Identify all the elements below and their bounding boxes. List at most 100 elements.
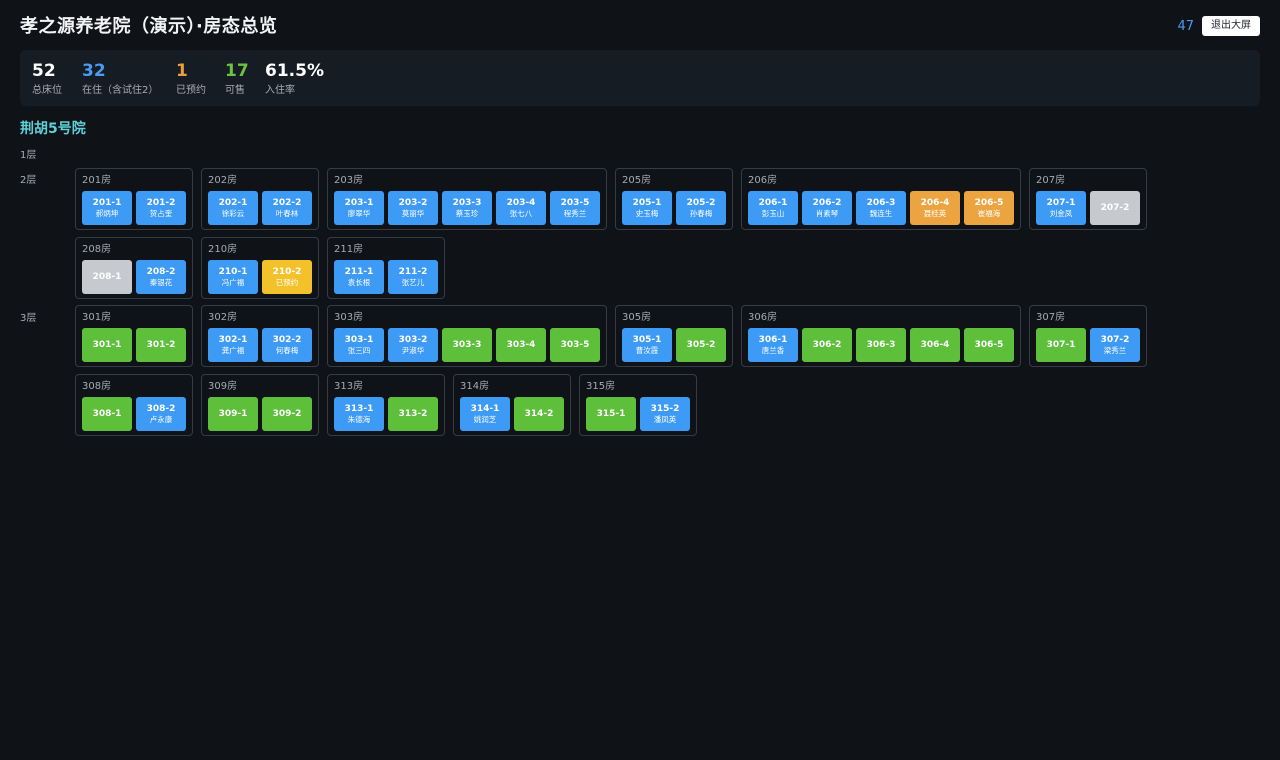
bed-tile[interactable]: 302-2 何春梅 xyxy=(262,328,312,362)
bed-tile[interactable]: 303-1 张三四 xyxy=(334,328,384,362)
bed-tile[interactable]: 211-1 袁长根 xyxy=(334,260,384,294)
room-name: 309房 xyxy=(208,381,238,392)
bed-tile[interactable]: 303-4 xyxy=(496,328,546,362)
bed-tile[interactable]: 306-1 唐兰香 xyxy=(748,328,798,362)
bed-tile[interactable]: 208-2 秦银花 xyxy=(136,260,186,294)
bed-tile[interactable]: 206-2 肖素琴 xyxy=(802,191,852,225)
bed-tile[interactable]: 306-2 xyxy=(802,328,852,362)
bed-tile[interactable]: 315-2 潘凤英 xyxy=(640,397,690,431)
room-card: 302房 302-1 龚广福 302-2 何春梅 xyxy=(201,305,319,367)
bed-list: 211-1 袁长根 211-2 张艺儿 xyxy=(334,260,438,294)
bed-tile[interactable]: 313-1 朱德海 xyxy=(334,397,384,431)
floor-label: 1层 xyxy=(20,150,37,161)
bed-tile[interactable]: 205-2 孙春梅 xyxy=(676,191,726,225)
bed-tile[interactable]: 201-2 贺占奎 xyxy=(136,191,186,225)
bed-tile[interactable]: 307-1 xyxy=(1036,328,1086,362)
bed-tile[interactable]: 206-3 魏连生 xyxy=(856,191,906,225)
resident-name: 彭玉山 xyxy=(761,209,785,218)
bed-tile[interactable]: 301-2 xyxy=(136,328,186,362)
resident-name: 肖素琴 xyxy=(815,209,839,218)
bed-list: 314-1 姚润芝 314-2 xyxy=(460,397,564,431)
resident-name: 叶春林 xyxy=(275,209,299,218)
bed-tile[interactable]: 207-1 刘金凤 xyxy=(1036,191,1086,225)
resident-name: 龚广福 xyxy=(221,346,245,355)
bed-list: 315-1 315-2 潘凤英 xyxy=(586,397,690,431)
bed-tile[interactable]: 203-3 蔡玉珍 xyxy=(442,191,492,225)
resident-name: 朱德海 xyxy=(347,415,371,424)
bed-code: 201-2 xyxy=(146,198,176,208)
bed-tile[interactable]: 203-4 张七八 xyxy=(496,191,546,225)
bed-code: 313-2 xyxy=(398,409,428,419)
bed-tile[interactable]: 306-5 xyxy=(964,328,1014,362)
bed-tile[interactable]: 211-2 张艺儿 xyxy=(388,260,438,294)
resident-name: 廖翠华 xyxy=(347,209,371,218)
resident-name: 曹汝霞 xyxy=(635,346,659,355)
bed-tile[interactable]: 201-1 郝炳坤 xyxy=(82,191,132,225)
stat-label: 可售 xyxy=(225,85,245,96)
bed-tile[interactable]: 309-2 xyxy=(262,397,312,431)
bed-tile[interactable]: 303-5 xyxy=(550,328,600,362)
bed-tile[interactable]: 302-1 龚广福 xyxy=(208,328,258,362)
bed-tile[interactable]: 206-4 聂桂英 xyxy=(910,191,960,225)
bed-tile[interactable]: 206-5 崔福海 xyxy=(964,191,1014,225)
resident-name: 梁秀兰 xyxy=(1103,346,1127,355)
room-name: 307房 xyxy=(1036,312,1066,323)
bed-code: 303-5 xyxy=(560,340,590,350)
room-card: 308房 308-1 308-2 卢永康 xyxy=(75,374,193,436)
bed-tile[interactable]: 205-1 史玉梅 xyxy=(622,191,672,225)
room-card: 203房 203-1 廖翠华 203-2 莫丽华 203-3 蔡玉珍 203-4 张七八 203-… xyxy=(327,168,607,230)
exit-fullscreen-button[interactable]: 退出大屏 xyxy=(1202,16,1260,36)
bed-tile[interactable]: 314-1 姚润芝 xyxy=(460,397,510,431)
bed-code: 203-5 xyxy=(560,198,590,208)
bed-tile[interactable]: 303-2 尹淑华 xyxy=(388,328,438,362)
stat-value: 1 xyxy=(176,61,188,81)
bed-list: 313-1 朱德海 313-2 xyxy=(334,397,438,431)
bed-code: 201-1 xyxy=(92,198,122,208)
bed-tile[interactable]: 307-2 梁秀兰 xyxy=(1090,328,1140,362)
bed-tile[interactable]: 203-2 莫丽华 xyxy=(388,191,438,225)
bed-tile[interactable]: 210-1 冯广福 xyxy=(208,260,258,294)
stat-occupancy-rate: 61.5% 入住率 xyxy=(265,60,324,98)
bed-tile[interactable]: 203-1 廖翠华 xyxy=(334,191,384,225)
room-card: 314房 314-1 姚润芝 314-2 xyxy=(453,374,571,436)
stat-label: 总床位 xyxy=(32,85,62,96)
bed-code: 303-2 xyxy=(398,335,428,345)
resident-name: 潘凤英 xyxy=(653,415,677,424)
bed-code: 302-1 xyxy=(218,335,248,345)
resident-name: 姚润芝 xyxy=(473,415,497,424)
bed-tile[interactable]: 308-2 卢永康 xyxy=(136,397,186,431)
stat-available: 17 可售 xyxy=(225,60,249,98)
room-name: 302房 xyxy=(208,312,238,323)
bed-tile[interactable]: 306-3 xyxy=(856,328,906,362)
bed-tile[interactable]: 301-1 xyxy=(82,328,132,362)
bed-tile[interactable]: 306-4 xyxy=(910,328,960,362)
bed-tile[interactable]: 305-1 曹汝霞 xyxy=(622,328,672,362)
bed-tile[interactable]: 208-1 xyxy=(82,260,132,294)
bed-tile[interactable]: 202-1 徐彩云 xyxy=(208,191,258,225)
bed-tile[interactable]: 207-2 xyxy=(1090,191,1140,225)
resident-name: 郝炳坤 xyxy=(95,209,119,218)
bed-code: 206-2 xyxy=(812,198,842,208)
bed-tile[interactable]: 203-5 程秀兰 xyxy=(550,191,600,225)
bed-tile[interactable]: 206-1 彭玉山 xyxy=(748,191,798,225)
room-name: 305房 xyxy=(622,312,652,323)
resident-name: 徐彩云 xyxy=(221,209,245,218)
room-card: 307房 307-1 307-2 梁秀兰 xyxy=(1029,305,1147,367)
bed-tile[interactable]: 202-2 叶春林 xyxy=(262,191,312,225)
resident-name: 秦银花 xyxy=(149,278,173,287)
resident-name: 卢永康 xyxy=(149,415,173,424)
bed-list: 201-1 郝炳坤 201-2 贺占奎 xyxy=(82,191,186,225)
bed-code: 306-4 xyxy=(920,340,950,350)
bed-tile[interactable]: 308-1 xyxy=(82,397,132,431)
bed-tile[interactable]: 309-1 xyxy=(208,397,258,431)
bed-tile[interactable]: 314-2 xyxy=(514,397,564,431)
bed-code: 301-1 xyxy=(92,340,122,350)
room-name: 303房 xyxy=(334,312,364,323)
bed-tile[interactable]: 303-3 xyxy=(442,328,492,362)
bed-tile[interactable]: 315-1 xyxy=(586,397,636,431)
room-card: 309房 309-1 309-2 xyxy=(201,374,319,436)
stats-bar: 52 总床位 32 在住（含试住2） 1 已预约 17 可售 61.5% 入住率 xyxy=(20,50,1260,106)
bed-tile[interactable]: 305-2 xyxy=(676,328,726,362)
bed-tile[interactable]: 313-2 xyxy=(388,397,438,431)
bed-tile[interactable]: 210-2 已预约 xyxy=(262,260,312,294)
